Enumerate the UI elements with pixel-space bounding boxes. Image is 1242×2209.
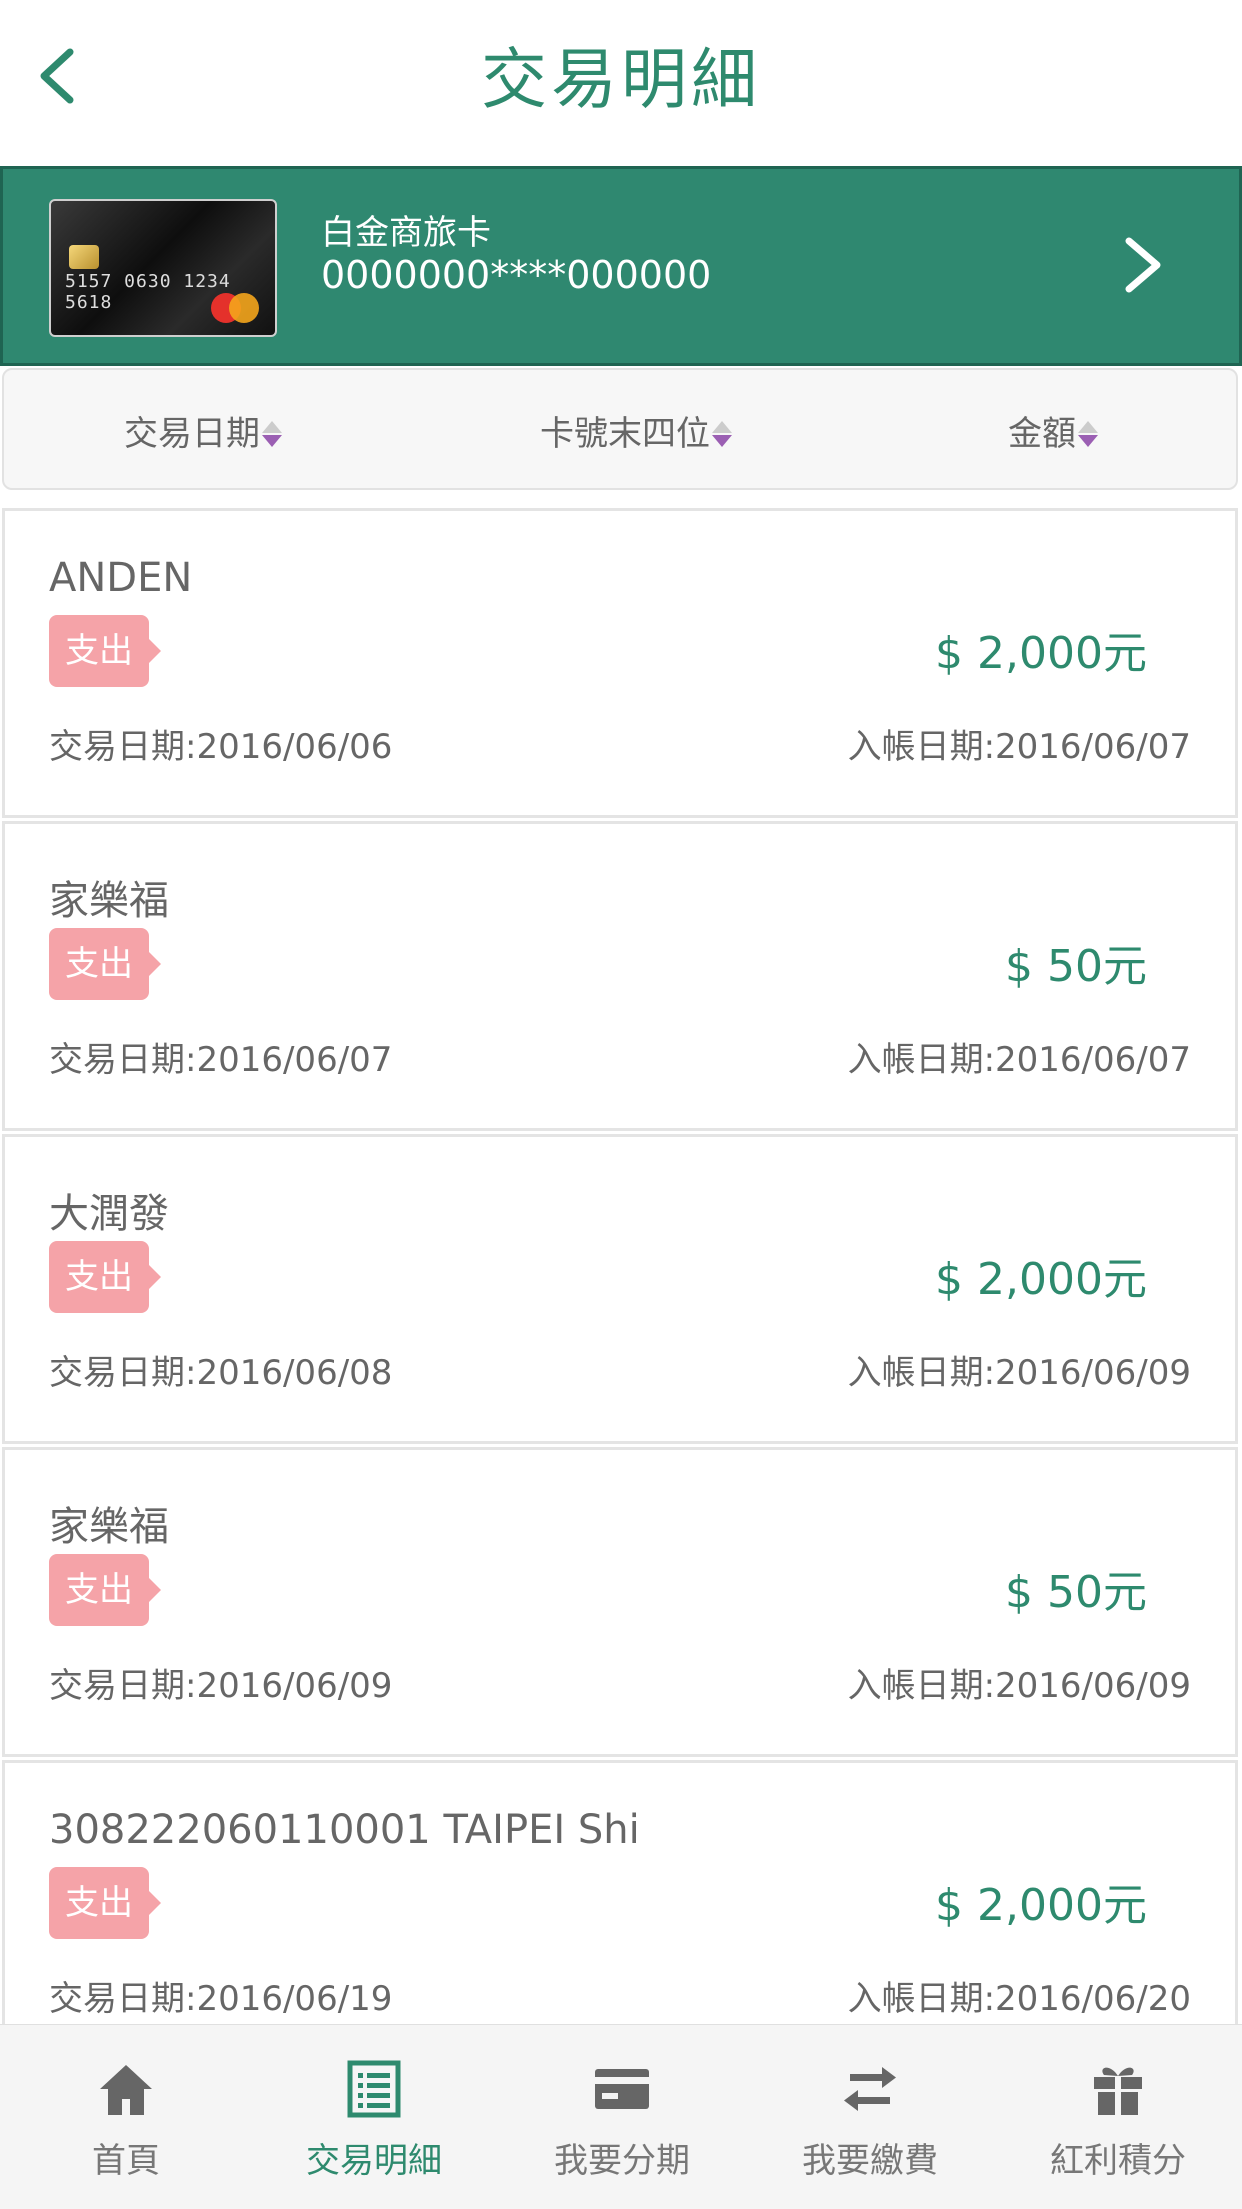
- gift-icon: [1094, 2067, 1142, 2115]
- transaction-item[interactable]: 家樂福 支出 $ 50元 交易日期:2016/06/09 入帳日期:2016/0…: [2, 1447, 1238, 1757]
- sort-label: 卡號末四位: [540, 414, 710, 454]
- home-icon: [100, 2065, 152, 2115]
- transaction-date: 交易日期:2016/06/19: [49, 1979, 393, 2019]
- transaction-date: 交易日期:2016/06/07: [49, 1040, 393, 1080]
- tab-transactions[interactable]: 交易明細: [250, 2025, 498, 2209]
- top-header: 交易明細: [0, 0, 1242, 166]
- transaction-date: 交易日期:2016/06/09: [49, 1666, 393, 1706]
- expense-badge: 支出: [49, 615, 161, 687]
- tab-installment[interactable]: 我要分期: [498, 2025, 746, 2209]
- card-selector[interactable]: 5157 0630 1234 5618 白金商旅卡 0000000****000…: [0, 166, 1242, 366]
- transaction-item[interactable]: 大潤發 支出 $ 2,000元 交易日期:2016/06/08 入帳日期:201…: [2, 1134, 1238, 1444]
- tab-label: 我要分期: [554, 2141, 690, 2181]
- transaction-amount: $ 2,000元: [935, 1254, 1147, 1305]
- sort-label: 金額: [1008, 414, 1076, 454]
- merchant-name: 大潤發: [49, 1191, 169, 1237]
- transaction-amount: $ 50元: [1005, 941, 1147, 992]
- sort-label: 交易日期: [124, 414, 260, 454]
- tab-label: 我要繳費: [802, 2141, 938, 2181]
- merchant-name: 308222060110001 TAIPEI Shi: [49, 1807, 640, 1853]
- transaction-amount: $ 50元: [1005, 1567, 1147, 1618]
- card-next-button[interactable]: [1113, 219, 1173, 309]
- merchant-name: 家樂福: [49, 878, 169, 924]
- page-title: 交易明細: [481, 41, 761, 118]
- card-name: 白金商旅卡: [321, 213, 491, 253]
- merchant-name: 家樂福: [49, 1504, 169, 1550]
- credit-card-image: 5157 0630 1234 5618: [49, 199, 277, 337]
- transaction-item[interactable]: 家樂福 支出 $ 50元 交易日期:2016/06/07 入帳日期:2016/0…: [2, 821, 1238, 1131]
- tab-label: 交易明細: [306, 2141, 442, 2181]
- card-number: 0000000****000000: [321, 253, 712, 297]
- expense-badge: 支出: [49, 928, 161, 1000]
- posting-date: 入帳日期:2016/06/09: [847, 1666, 1191, 1706]
- tab-payment[interactable]: 我要繳費: [746, 2025, 994, 2209]
- sort-by-date[interactable]: 交易日期: [124, 406, 282, 455]
- chevron-right-icon: [1125, 237, 1161, 293]
- posting-date: 入帳日期:2016/06/07: [847, 727, 1191, 767]
- posting-date: 入帳日期:2016/06/20: [847, 1979, 1191, 2019]
- tab-label: 首頁: [92, 2141, 160, 2181]
- tab-label: 紅利積分: [1050, 2141, 1186, 2181]
- transaction-item[interactable]: ANDEN 支出 $ 2,000元 交易日期:2016/06/06 入帳日期:2…: [2, 508, 1238, 818]
- expense-badge: 支出: [49, 1554, 161, 1626]
- bottom-tab-bar: 首頁 交易明細 我要分期 我要繳費 紅利積分: [0, 2024, 1242, 2209]
- expense-badge: 支出: [49, 1867, 161, 1939]
- transaction-amount: $ 2,000元: [935, 628, 1147, 679]
- merchant-name: ANDEN: [49, 555, 193, 601]
- card-icon: [595, 2069, 649, 2109]
- tab-home[interactable]: 首頁: [2, 2025, 250, 2209]
- sort-arrows-icon: [260, 419, 282, 449]
- sort-arrows-icon: [710, 419, 732, 449]
- transaction-amount: $ 2,000元: [935, 1880, 1147, 1931]
- posting-date: 入帳日期:2016/06/07: [847, 1040, 1191, 1080]
- sort-by-amount[interactable]: 金額: [1008, 406, 1098, 455]
- tab-rewards[interactable]: 紅利積分: [994, 2025, 1242, 2209]
- transfer-icon: [844, 2067, 896, 2111]
- list-icon: [347, 2060, 401, 2118]
- posting-date: 入帳日期:2016/06/09: [847, 1353, 1191, 1393]
- sort-bar: 交易日期 卡號末四位 金額: [2, 368, 1238, 490]
- sort-arrows-icon: [1076, 419, 1098, 449]
- mastercard-logo-icon: [229, 293, 259, 323]
- sort-by-card-last4[interactable]: 卡號末四位: [540, 406, 732, 455]
- transaction-date: 交易日期:2016/06/06: [49, 727, 393, 767]
- transaction-date: 交易日期:2016/06/08: [49, 1353, 393, 1393]
- card-chip-icon: [69, 245, 99, 269]
- expense-badge: 支出: [49, 1241, 161, 1313]
